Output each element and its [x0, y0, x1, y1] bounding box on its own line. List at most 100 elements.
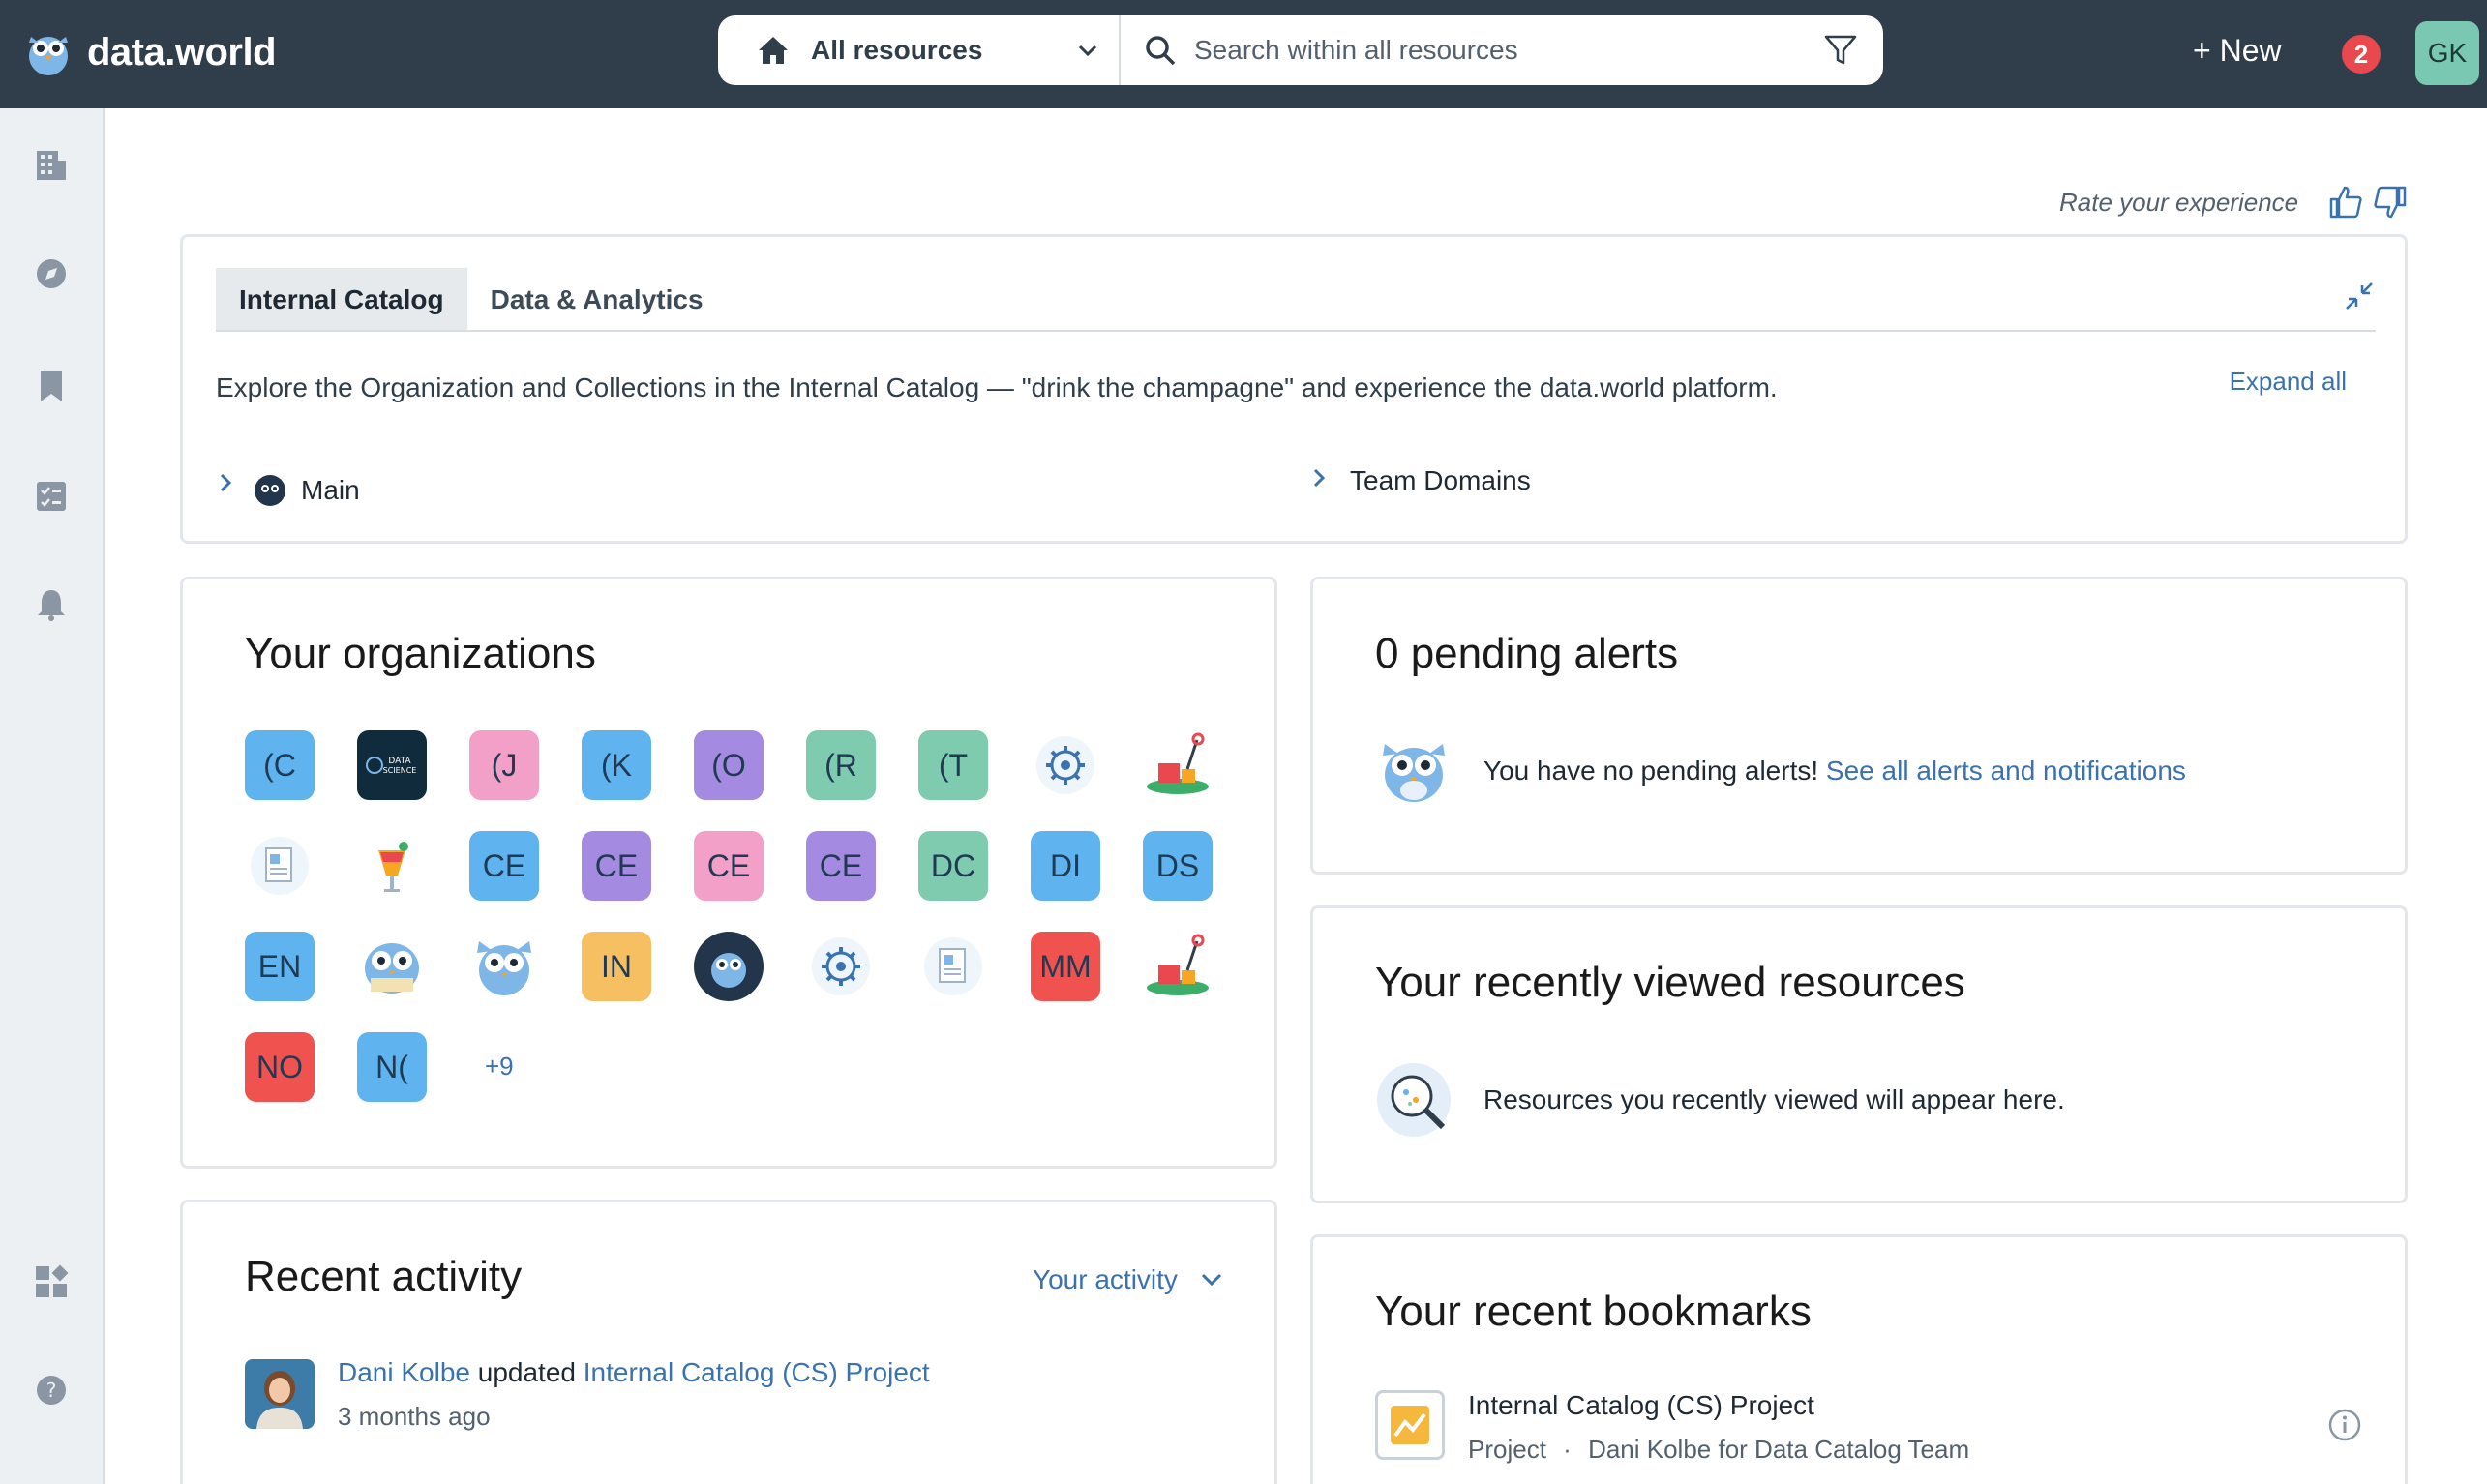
org-owl-icon[interactable]	[469, 932, 539, 1001]
org-avatar[interactable]: N(	[357, 1032, 427, 1102]
home-icon	[759, 37, 788, 64]
alerts-card: 0 pending alerts You have no pending ale…	[1310, 577, 2408, 875]
org-avatar[interactable]: CE	[694, 831, 764, 901]
chevron-right-icon	[1313, 468, 1326, 488]
org-avatar[interactable]: (R	[806, 730, 876, 800]
activity-entry: Dani Kolbe updated Internal Catalog (CS)…	[338, 1357, 930, 1388]
org-avatar[interactable]: MM	[1031, 932, 1100, 1001]
org-avatar[interactable]: CE	[582, 831, 651, 901]
svg-text:SCIENCE: SCIENCE	[383, 766, 417, 775]
org-avatar[interactable]: IN	[582, 932, 651, 1001]
org-docs-icon[interactable]	[245, 831, 315, 901]
activity-filter-label: Your activity	[1033, 1264, 1178, 1294]
tab-internal-catalog[interactable]: Internal Catalog	[216, 268, 467, 330]
tab-data-analytics[interactable]: Data & Analytics	[467, 268, 727, 330]
thumbs-up-icon[interactable]	[2327, 184, 2364, 221]
chevron-right-icon	[220, 473, 232, 492]
activity-filter[interactable]: Your activity	[1033, 1264, 1224, 1295]
sidebar: ?	[0, 108, 105, 1484]
bookmark-title-link[interactable]: Internal Catalog (CS) Project	[1468, 1390, 1814, 1421]
recently-viewed-message: Resources you recently viewed will appea…	[1483, 1084, 2065, 1114]
tree-item-team-domains[interactable]: Team Domains	[1311, 460, 1531, 496]
activity-time: 3 months ago	[338, 1402, 491, 1431]
user-avatar[interactable]: GK	[2415, 21, 2479, 85]
search-input[interactable]	[1194, 35, 1813, 66]
org-avatar[interactable]: (C	[245, 730, 315, 800]
activity-target-link[interactable]: Internal Catalog (CS) Project	[584, 1357, 930, 1387]
brand-name: data.world	[87, 30, 277, 74]
org-avatar[interactable]: EN	[245, 932, 315, 1001]
expand-all-link[interactable]: Expand all	[2230, 367, 2347, 397]
org-sandcastle-icon[interactable]	[1143, 932, 1213, 1001]
bookmark-type: Project	[1468, 1435, 1546, 1464]
rate-label: Rate your experience	[2059, 187, 2299, 217]
org-gear-icon[interactable]	[1031, 730, 1100, 800]
org-avatar[interactable]: NO	[245, 1032, 315, 1102]
recently-viewed-title: Your recently viewed resources	[1375, 959, 1965, 1006]
catalog-card: Internal Catalog Data & Analytics Explor…	[180, 234, 2408, 544]
organizations-icon[interactable]	[33, 147, 70, 184]
alerts-title: 0 pending alerts	[1375, 630, 1679, 677]
top-bar: data.world All resources + New 2 GK	[0, 0, 2487, 108]
org-owl-reading-icon[interactable]	[357, 932, 427, 1001]
org-avatar[interactable]: DC	[918, 831, 988, 901]
tasks-icon[interactable]	[33, 478, 70, 515]
org-avatar[interactable]: DI	[1031, 831, 1100, 901]
svg-text:DATA: DATA	[388, 757, 411, 766]
explore-icon[interactable]	[33, 255, 70, 292]
bookmark-icon[interactable]	[33, 368, 70, 404]
org-owl-dark-icon[interactable]	[694, 932, 764, 1001]
org-gear-icon[interactable]	[806, 932, 876, 1001]
catalog-tabs: Internal Catalog Data & Analytics	[216, 268, 2376, 332]
notification-badge[interactable]: 2	[2342, 35, 2381, 74]
bookmarks-title: Your recent bookmarks	[1375, 1288, 1812, 1335]
notifications-icon[interactable]	[33, 586, 70, 623]
filter-icon[interactable]	[1823, 33, 1858, 68]
tree-item-label: Main	[301, 475, 360, 505]
separator-dot: ·	[1563, 1435, 1572, 1464]
new-button[interactable]: + New	[2193, 33, 2282, 69]
svg-text:?: ?	[46, 1379, 57, 1402]
help-icon[interactable]: ?	[33, 1372, 70, 1409]
magnifier-illustration-icon	[1377, 1063, 1451, 1137]
thumbs-down-icon[interactable]	[2372, 184, 2409, 221]
person-icon	[245, 1359, 315, 1429]
org-data-science-icon[interactable]: DATA SCIENCE	[357, 730, 427, 800]
alerts-message: You have no pending alerts!	[1483, 756, 1819, 786]
info-icon[interactable]	[2327, 1408, 2362, 1442]
more-organizations-link[interactable]: +9	[485, 1052, 514, 1082]
search-bar: All resources	[718, 15, 1883, 85]
org-cocktail-icon[interactable]	[357, 831, 427, 901]
recent-activity-title: Recent activity	[245, 1253, 523, 1300]
org-avatar[interactable]: (O	[694, 730, 764, 800]
organizations-card: Your organizations (C DATA SCIENCE (J (K (O (R…	[180, 577, 1277, 1169]
owl-org-icon	[255, 475, 285, 506]
recent-activity-card: Recent activity Your activity Dani Kolbe…	[180, 1200, 1277, 1484]
logo[interactable]: data.world	[25, 27, 277, 77]
apps-icon[interactable]	[33, 1263, 70, 1300]
bookmark-owner: Dani Kolbe for Data Catalog Team	[1588, 1435, 1970, 1464]
tree-item-main[interactable]: Main	[218, 460, 360, 506]
chevron-down-icon	[1201, 1273, 1221, 1287]
org-sandcastle-icon[interactable]	[1143, 730, 1213, 800]
bookmark-meta: Project · Dani Kolbe for Data Catalog Te…	[1468, 1435, 1969, 1465]
activity-actor-link[interactable]: Dani Kolbe	[338, 1357, 470, 1387]
org-avatar[interactable]: (K	[582, 730, 651, 800]
recently-viewed-card: Your recently viewed resources Resources…	[1310, 905, 2408, 1203]
rate-experience: Rate your experience	[2059, 184, 2409, 221]
org-avatar[interactable]: CE	[469, 831, 539, 901]
alerts-link[interactable]: See all alerts and notifications	[1826, 756, 2186, 786]
bookmarks-card: Your recent bookmarks Internal Catalog (…	[1310, 1234, 2408, 1484]
project-icon	[1391, 1406, 1429, 1444]
org-avatar[interactable]: (J	[469, 730, 539, 800]
project-icon-frame	[1375, 1390, 1445, 1460]
collapse-icon[interactable]	[2343, 280, 2376, 312]
org-avatar[interactable]: (T	[918, 730, 988, 800]
user-photo-avatar[interactable]	[245, 1359, 315, 1429]
org-avatar[interactable]: CE	[806, 831, 876, 901]
scope-label: All resources	[811, 35, 983, 65]
scope-selector[interactable]: All resources	[718, 15, 1121, 85]
org-avatar[interactable]: DS	[1143, 831, 1213, 901]
org-docs-icon[interactable]	[918, 932, 988, 1001]
search-field	[1121, 15, 1883, 85]
